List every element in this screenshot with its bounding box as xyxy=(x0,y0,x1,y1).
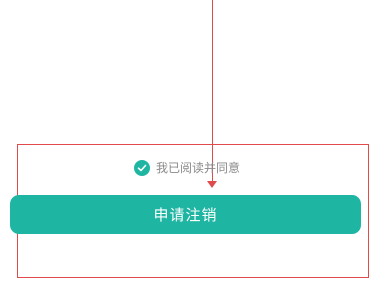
agreement-checkbox-row[interactable]: 我已阅读并同意 xyxy=(134,159,240,177)
check-circle-icon[interactable] xyxy=(134,160,150,176)
agreement-label: 我已阅读并同意 xyxy=(156,161,241,175)
apply-cancellation-button[interactable]: 申请注销 xyxy=(10,195,361,234)
